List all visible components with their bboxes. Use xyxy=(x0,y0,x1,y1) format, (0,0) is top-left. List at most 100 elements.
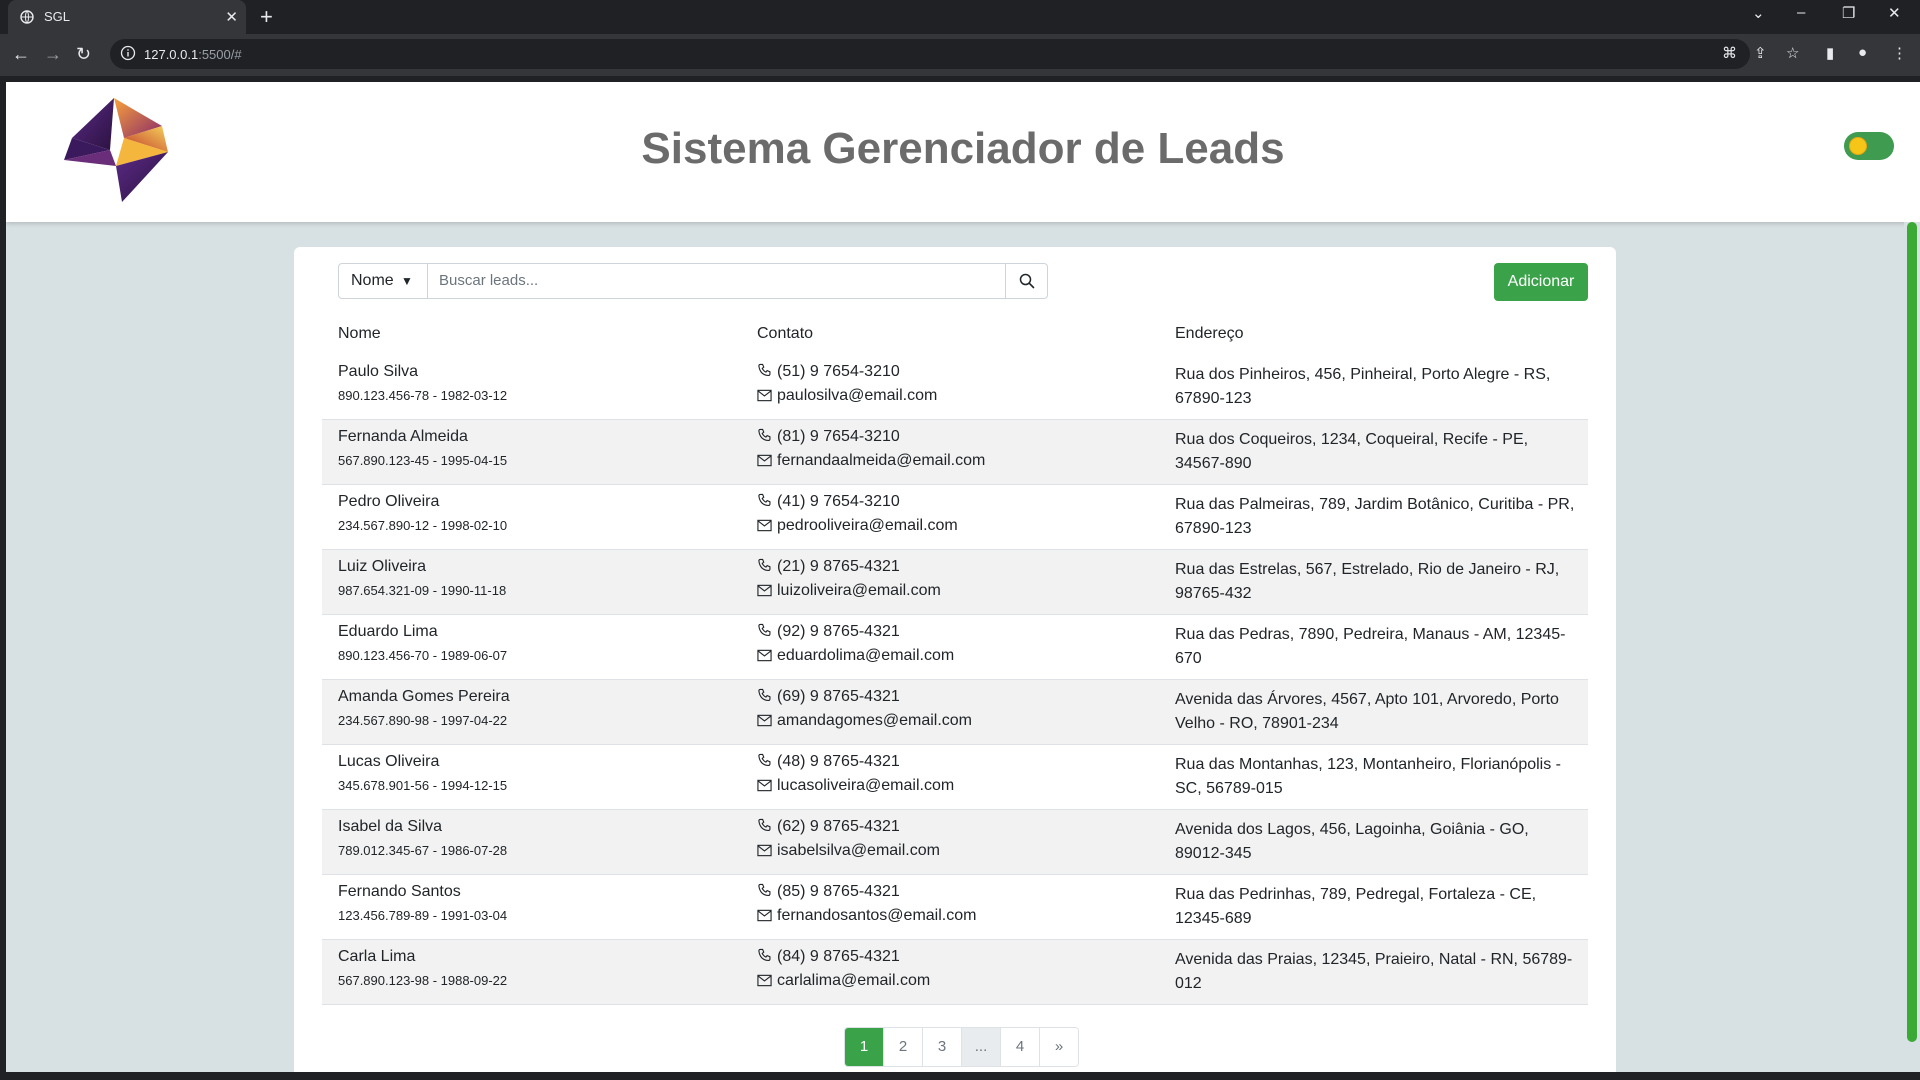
close-window-icon[interactable]: ✕ xyxy=(1888,4,1901,22)
phone-icon xyxy=(757,883,775,903)
tab-search-icon[interactable]: ⌄ xyxy=(1752,4,1765,22)
column-header-contact: Contato xyxy=(757,325,814,342)
envelope-icon xyxy=(757,974,775,992)
table-row[interactable]: Eduardo Lima 890.123.456-70 - 1989-06-07 (… xyxy=(322,615,1588,680)
pagination-page[interactable]: 1 xyxy=(845,1028,884,1066)
lead-phone-text: (41) 9 7654-3210 xyxy=(777,493,900,510)
lead-email: pedrooliveira@email.com xyxy=(757,517,958,537)
browser-tab[interactable]: SGL ✕ xyxy=(8,0,246,34)
lead-address: Rua dos Pinheiros, 456, Pinheiral, Porto… xyxy=(1175,366,1551,407)
sun-icon xyxy=(1849,137,1867,155)
forward-icon[interactable]: → xyxy=(44,44,62,65)
lead-phone: (48) 9 8765-4321 xyxy=(757,753,900,773)
add-lead-button[interactable]: Adicionar xyxy=(1494,263,1588,301)
side-panel-icon[interactable]: ▮ xyxy=(1826,44,1834,62)
envelope-icon xyxy=(757,714,775,732)
pagination-page[interactable]: 2 xyxy=(884,1028,923,1066)
table-row[interactable]: Luiz Oliveira 987.654.321-09 - 1990-11-18… xyxy=(322,550,1588,615)
lead-email-text: carlalima@email.com xyxy=(777,972,931,989)
lead-phone: (51) 9 7654-3210 xyxy=(757,363,900,383)
lead-name: Eduardo Lima xyxy=(338,623,438,640)
envelope-icon xyxy=(757,909,775,927)
theme-toggle[interactable] xyxy=(1844,132,1894,160)
column-header-name: Nome xyxy=(338,325,381,342)
new-tab-button[interactable]: + xyxy=(260,4,273,30)
lead-email: fernandaalmeida@email.com xyxy=(757,452,985,472)
close-tab-icon[interactable]: ✕ xyxy=(225,8,238,26)
bookmark-star-icon[interactable]: ☆ xyxy=(1786,44,1799,62)
minimize-icon[interactable]: – xyxy=(1797,4,1805,21)
envelope-icon xyxy=(757,584,775,602)
lead-phone-text: (62) 9 8765-4321 xyxy=(777,818,900,835)
lead-phone: (84) 9 8765-4321 xyxy=(757,948,900,968)
phone-icon xyxy=(757,428,775,448)
phone-icon xyxy=(757,753,775,773)
share-icon[interactable]: ⇪ xyxy=(1754,44,1767,62)
table-row[interactable]: Isabel da Silva 789.012.345-67 - 1986-07-… xyxy=(322,810,1588,875)
envelope-icon xyxy=(757,649,775,667)
caret-down-icon: ▼ xyxy=(401,274,413,288)
lead-email: paulosilva@email.com xyxy=(757,387,937,407)
reload-icon[interactable]: ↻ xyxy=(76,44,91,65)
lead-document-birthdate: 567.890.123-98 - 1988-09-22 xyxy=(338,973,508,988)
translate-icon[interactable]: ⌘ xyxy=(1722,44,1737,62)
pagination-ellipsis: ... xyxy=(962,1028,1001,1066)
table-row[interactable]: Fernanda Almeida 567.890.123-45 - 1995-04… xyxy=(322,420,1588,485)
app-header: Sistema Gerenciador de Leads xyxy=(6,82,1920,222)
lead-email-text: eduardolima@email.com xyxy=(777,647,955,664)
page-viewport: Sistema Gerenciador de Leads Nome ▼ Adic… xyxy=(6,82,1920,1072)
phone-icon xyxy=(757,493,775,513)
lead-address: Rua das Pedrinhas, 789, Pedregal, Fortal… xyxy=(1175,886,1537,927)
globe-icon xyxy=(20,10,34,24)
menu-dots-icon[interactable]: ⋮ xyxy=(1892,44,1907,62)
page-title: Sistema Gerenciador de Leads xyxy=(641,124,1285,173)
envelope-icon xyxy=(757,519,775,537)
lead-phone: (41) 9 7654-3210 xyxy=(757,493,900,513)
lead-phone-text: (84) 9 8765-4321 xyxy=(777,948,900,965)
pagination-page[interactable]: 3 xyxy=(923,1028,962,1066)
lead-address: Avenida dos Lagos, 456, Lagoinha, Goiâni… xyxy=(1175,821,1529,862)
search-input[interactable] xyxy=(429,265,999,295)
pagination-page[interactable]: 4 xyxy=(1001,1028,1040,1066)
lead-address: Rua dos Coqueiros, 1234, Coqueiral, Reci… xyxy=(1175,431,1529,472)
lead-email-text: amandagomes@email.com xyxy=(777,712,972,729)
search-group: Nome ▼ xyxy=(338,263,1048,299)
table-row[interactable]: Lucas Oliveira 345.678.901-56 - 1994-12-1… xyxy=(322,745,1588,810)
lead-phone: (81) 9 7654-3210 xyxy=(757,428,900,448)
lead-phone-text: (69) 9 8765-4321 xyxy=(777,688,900,705)
table-row[interactable]: Pedro Oliveira 234.567.890-12 - 1998-02-1… xyxy=(322,485,1588,550)
lead-name: Pedro Oliveira xyxy=(338,493,440,510)
search-icon xyxy=(1019,273,1035,289)
table-row[interactable]: Amanda Gomes Pereira 234.567.890-98 - 199… xyxy=(322,680,1588,745)
lead-email: eduardolima@email.com xyxy=(757,647,954,667)
table-row[interactable]: Carla Lima 567.890.123-98 - 1988-09-22 (84… xyxy=(322,940,1588,1005)
lead-name: Luiz Oliveira xyxy=(338,558,427,575)
site-info-icon[interactable] xyxy=(120,45,136,61)
envelope-icon xyxy=(757,844,775,862)
table-row[interactable]: Paulo Silva 890.123.456-78 - 1982-03-12 (5… xyxy=(322,355,1588,420)
scrollbar-thumb[interactable] xyxy=(1907,222,1917,1042)
lead-email-text: fernandosantos@email.com xyxy=(777,907,977,924)
address-bar[interactable]: 127.0.0.1:5500/# xyxy=(110,39,1750,69)
scrollbar[interactable] xyxy=(1904,222,1920,1072)
envelope-icon xyxy=(757,454,775,472)
restore-icon[interactable]: ❐ xyxy=(1842,4,1855,22)
pagination-next[interactable]: » xyxy=(1040,1028,1078,1066)
lead-email: luizoliveira@email.com xyxy=(757,582,941,602)
table-row[interactable]: Fernando Santos 123.456.789-89 - 1991-03-… xyxy=(322,875,1588,940)
lead-name: Carla Lima xyxy=(338,948,416,965)
envelope-icon xyxy=(757,779,775,797)
search-button[interactable] xyxy=(1005,264,1048,298)
back-icon[interactable]: ← xyxy=(12,44,30,65)
search-filter-dropdown[interactable]: Nome ▼ xyxy=(339,264,428,298)
phone-icon xyxy=(757,623,775,643)
lead-document-birthdate: 123.456.789-89 - 1991-03-04 xyxy=(338,908,508,923)
phone-icon xyxy=(757,558,775,578)
lead-phone-text: (81) 9 7654-3210 xyxy=(777,428,900,445)
leads-card: Nome ▼ Adicionar Nome Contato Endereço P… xyxy=(294,247,1616,1072)
pagination: 1 2 3... 4» xyxy=(844,1027,1079,1067)
profile-icon[interactable]: ● xyxy=(1858,44,1867,61)
lead-address: Rua das Palmeiras, 789, Jardim Botânico,… xyxy=(1175,496,1575,537)
phone-icon xyxy=(757,363,775,383)
lead-email: carlalima@email.com xyxy=(757,972,930,992)
